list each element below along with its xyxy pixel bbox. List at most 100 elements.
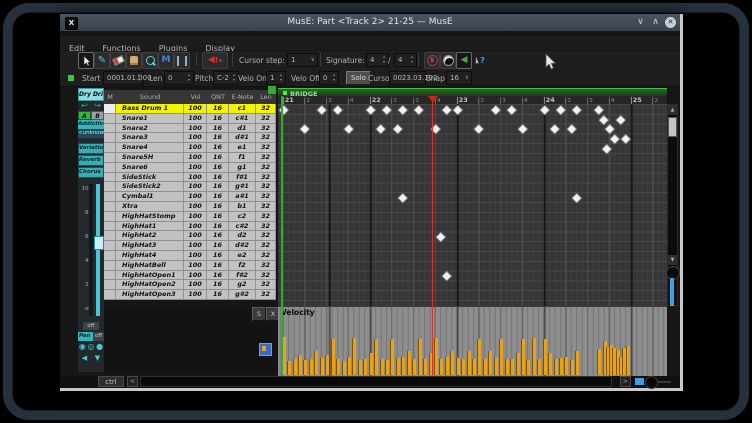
cell-qnt[interactable]: 16 <box>207 231 229 240</box>
cell-len[interactable]: 32 <box>256 104 276 113</box>
cell-qnt[interactable]: 16 <box>207 124 229 133</box>
cell-qnt[interactable]: 16 <box>207 202 229 211</box>
velocity-bar[interactable] <box>516 353 520 375</box>
velocity-bar[interactable] <box>287 361 291 375</box>
cell-mute[interactable] <box>104 290 116 299</box>
cell-sound[interactable]: HighHatStomp <box>116 212 184 221</box>
pitch-spin[interactable]: C-2▴▾ <box>213 71 239 85</box>
velocity-bar[interactable] <box>532 338 536 375</box>
cell-sound[interactable]: HighHatOpen2 <box>116 280 184 289</box>
pencil-tool-button[interactable]: ✎ <box>94 52 110 69</box>
velocity-bar[interactable] <box>564 357 568 375</box>
velocity-bar[interactable] <box>401 357 405 375</box>
velocity-bar[interactable] <box>537 359 541 375</box>
note-diamond[interactable] <box>414 104 425 115</box>
cell-len[interactable]: 32 <box>256 222 276 231</box>
note-diamond[interactable] <box>365 104 376 115</box>
cell-vol[interactable]: 100 <box>184 290 207 299</box>
cell-mute[interactable] <box>104 182 116 191</box>
cell-vol[interactable]: 100 <box>184 182 207 191</box>
step-record-button[interactable]: S <box>424 52 440 69</box>
cell-len[interactable]: 32 <box>256 192 276 201</box>
cell-sound[interactable]: Snare6 <box>116 163 184 172</box>
spinner-arrows-icon[interactable]: ▴▾ <box>381 54 387 66</box>
velocity-bar[interactable] <box>505 359 509 375</box>
cell-mute[interactable] <box>104 163 116 172</box>
note-diamond[interactable] <box>343 124 354 135</box>
velocity-bar[interactable] <box>445 357 449 375</box>
marker-bar[interactable]: BRIDGE <box>278 88 667 96</box>
draw-tool-button[interactable]: M <box>158 52 174 69</box>
velocity-bar[interactable] <box>499 339 503 375</box>
cell-sound[interactable]: HighHatOpen1 <box>116 271 184 280</box>
spinner-arrows-icon[interactable]: ▴▾ <box>136 72 142 84</box>
cell-qnt[interactable]: 16 <box>207 290 229 299</box>
cell-mute[interactable] <box>104 212 116 221</box>
cell-enote[interactable]: d1 <box>229 124 256 133</box>
note-diamond[interactable] <box>381 104 392 115</box>
audition-button[interactable]: ◀ <box>456 52 472 69</box>
pointer-tool-button[interactable] <box>78 52 94 69</box>
strip-arrow-icon[interactable]: ◀ <box>82 353 87 363</box>
velocity-bar[interactable] <box>352 338 356 375</box>
velocity-bar[interactable] <box>439 359 443 375</box>
velocity-bar[interactable] <box>325 355 329 375</box>
cell-mute[interactable] <box>104 202 116 211</box>
midi-input-button[interactable] <box>440 52 456 69</box>
cell-vol[interactable]: 100 <box>184 251 207 260</box>
cell-vol[interactable]: 100 <box>184 114 207 123</box>
cell-enote[interactable]: g#2 <box>229 290 256 299</box>
vertical-scroll-thumb[interactable] <box>668 117 677 137</box>
drum-row[interactable]: HighHat310016d#232 <box>104 241 276 251</box>
cell-sound[interactable]: SideStick <box>116 173 184 182</box>
cell-qnt[interactable]: 16 <box>207 163 229 172</box>
cell-sound[interactable]: Snare1 <box>116 114 184 123</box>
cell-qnt[interactable]: 16 <box>207 173 229 182</box>
routing-row[interactable]: ↩ ↪ <box>78 101 104 111</box>
velocity-bar[interactable] <box>358 360 362 375</box>
drum-row[interactable]: Snare410016e132 <box>104 143 276 153</box>
scroll-left-button[interactable]: < <box>127 376 138 387</box>
velocity-bar[interactable] <box>510 359 514 375</box>
cell-vol[interactable]: 100 <box>184 231 207 240</box>
volume-value[interactable]: off <box>83 322 99 330</box>
cell-enote[interactable]: f#2 <box>229 271 256 280</box>
velocity-bar[interactable] <box>320 358 324 375</box>
cell-enote[interactable]: c#1 <box>229 114 256 123</box>
cell-mute[interactable] <box>104 124 116 133</box>
cell-vol[interactable]: 100 <box>184 143 207 152</box>
cell-vol[interactable]: 100 <box>184 133 207 142</box>
velocity-bar[interactable] <box>390 339 394 375</box>
spinner-arrows-icon[interactable]: ▴▾ <box>231 72 237 84</box>
cell-sound[interactable]: Snare5H <box>116 153 184 162</box>
len-spin[interactable]: 0▴▾ <box>164 71 194 85</box>
cell-enote[interactable]: d#2 <box>229 241 256 250</box>
send-button[interactable]: Reverb off <box>78 155 104 166</box>
velocity-bar[interactable] <box>548 353 552 375</box>
playhead-marker[interactable] <box>428 96 438 108</box>
cell-vol[interactable]: 100 <box>184 280 207 289</box>
fader-track[interactable] <box>96 184 100 316</box>
cell-mute[interactable] <box>104 241 116 250</box>
drum-row[interactable]: Bass Drum 110016c132 <box>104 104 276 114</box>
pan-value[interactable]: off <box>93 332 104 341</box>
cell-mute[interactable] <box>104 133 116 142</box>
velocity-bar[interactable] <box>626 346 630 375</box>
drum-row[interactable]: HighHatOpen110016f#232 <box>104 271 276 281</box>
cell-len[interactable]: 32 <box>256 114 276 123</box>
velo-off-spin[interactable]: 0▴▾ <box>319 71 339 85</box>
cell-qnt[interactable]: 16 <box>207 182 229 191</box>
note-diamond[interactable] <box>601 143 612 154</box>
velo-on-spin[interactable]: 1▴▾ <box>266 71 286 85</box>
velocity-bar[interactable] <box>385 360 389 375</box>
cell-enote[interactable]: e2 <box>229 251 256 260</box>
note-diamond[interactable] <box>550 124 561 135</box>
drum-grid[interactable] <box>278 104 667 306</box>
drum-row[interactable]: HighHatStomp10016c232 <box>104 212 276 222</box>
drum-row[interactable]: Cymbal110016a#132 <box>104 192 276 202</box>
velocity-bar[interactable] <box>380 359 384 375</box>
note-diamond[interactable] <box>474 124 485 135</box>
cell-sound[interactable]: HighHat1 <box>116 222 184 231</box>
cell-mute[interactable] <box>104 280 116 289</box>
close-button[interactable]: ✕ <box>665 17 676 28</box>
